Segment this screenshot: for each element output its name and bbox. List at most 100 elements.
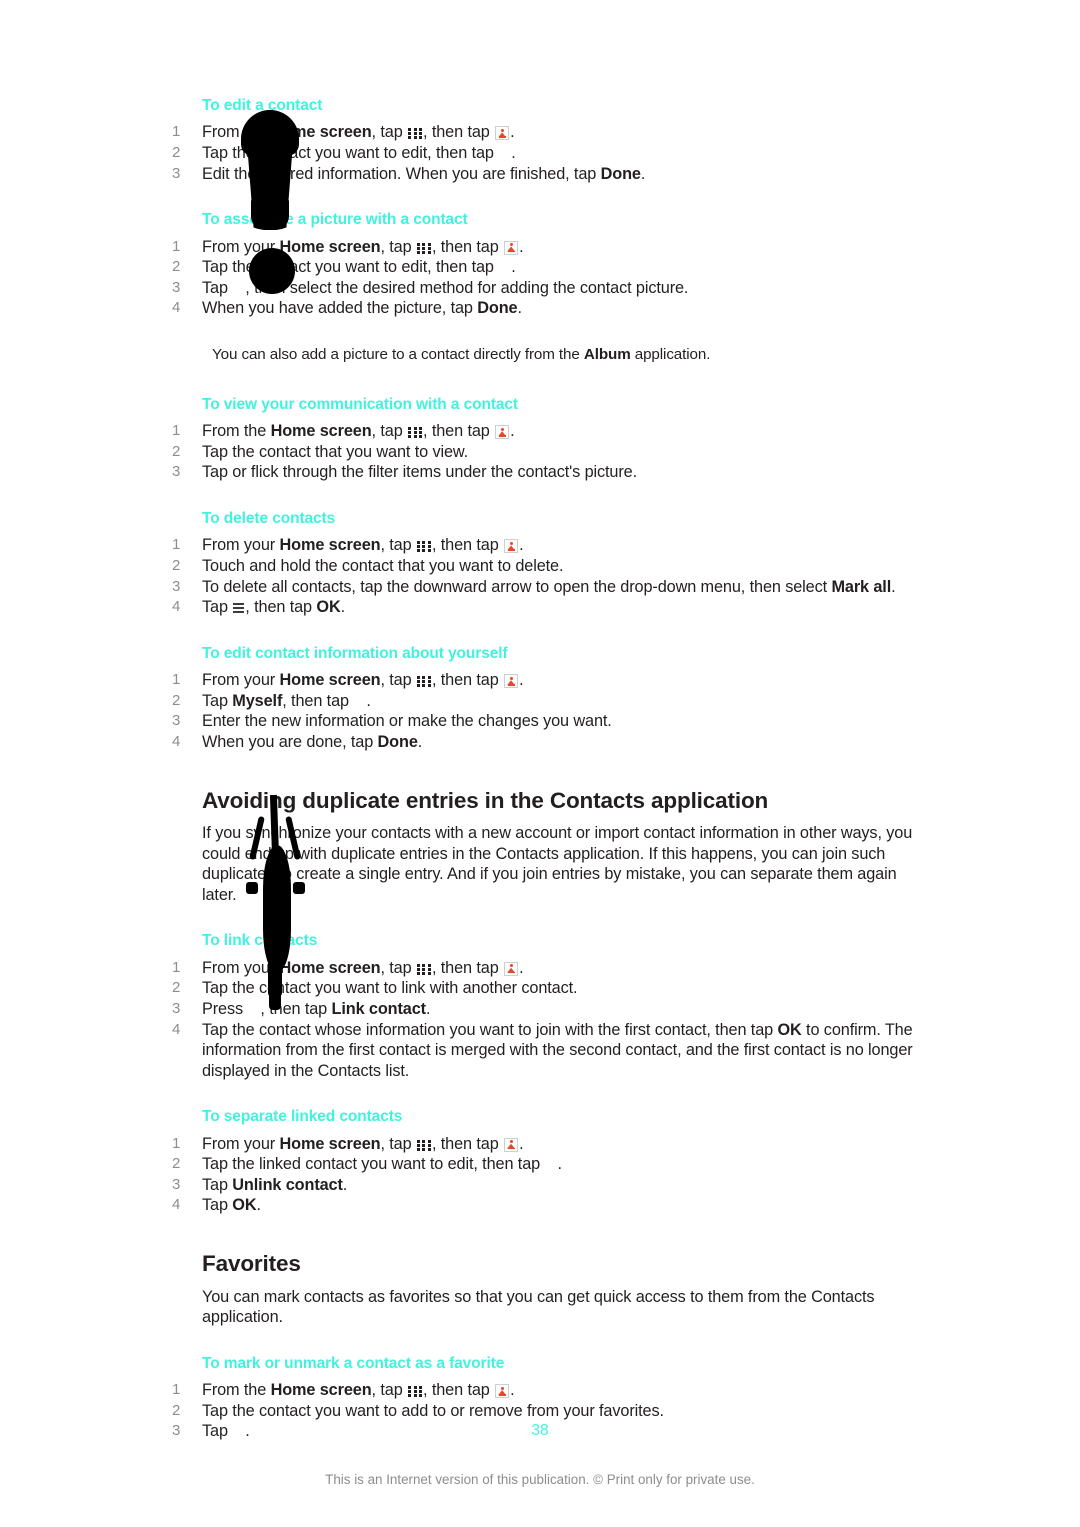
paragraph-favorites: You can mark contacts as favorites so th…	[202, 1287, 875, 1327]
step-text: From your	[202, 536, 280, 555]
ui-term: Home screen	[279, 536, 381, 555]
list-item: 3 Press , then tap Link contact.	[172, 999, 932, 1020]
ui-term: OK	[316, 598, 341, 617]
contacts-icon	[504, 1137, 519, 1152]
footer-note: This is an Internet version of this publ…	[325, 1472, 755, 1487]
step-text: .	[256, 1196, 261, 1215]
step-number: 2	[172, 1401, 181, 1419]
tip-text: You can also add a picture to a contact …	[212, 345, 584, 363]
step-text: .	[519, 237, 524, 256]
app-grid-icon	[416, 541, 431, 553]
step-text: , then tap	[431, 671, 504, 690]
list-item: 3 To delete all contacts, tap the downwa…	[172, 577, 932, 598]
tip-text: application.	[630, 345, 711, 363]
overlay-artifact-figure-hand-left	[246, 882, 258, 894]
step-number: 2	[172, 1155, 181, 1173]
step-text: , then tap	[431, 237, 504, 256]
contacts-icon	[504, 961, 519, 976]
ui-term: Home screen	[270, 1381, 372, 1400]
step-text: Tap the contact you want to edit, then t…	[202, 258, 499, 277]
paragraph-avoiding-duplicates: If you synchronize your contacts with a …	[202, 824, 913, 904]
app-grid-icon	[416, 1139, 431, 1151]
step-number: 3	[172, 712, 181, 730]
app-grid-icon	[408, 1386, 423, 1398]
list-item: 1 From the Home screen, tap , then tap .	[172, 421, 932, 442]
step-text: Tap	[202, 691, 233, 710]
step-text: , tap	[380, 237, 416, 256]
steps-delete-contacts: 1 From your Home screen, tap , then tap …	[172, 535, 932, 617]
step-text: .	[340, 598, 346, 617]
heading-to-separate-linked-contacts: To separate linked contacts	[202, 1108, 403, 1126]
step-text: , then tap	[282, 691, 354, 710]
page-content: To edit a contact 1 From the Home screen…	[172, 96, 932, 1442]
ui-term: Done	[477, 299, 518, 318]
step-text: Tap	[202, 278, 233, 297]
step-text: , then tap	[423, 422, 495, 441]
step-number: 3	[172, 577, 181, 595]
step-text: .	[366, 691, 371, 710]
list-item: 2 Tap Myself, then tap .	[172, 691, 932, 712]
ui-term: Done	[600, 164, 641, 183]
app-grid-icon	[416, 242, 431, 254]
step-text: , tap	[380, 1134, 416, 1153]
step-text: Tap the contact that you want to view.	[202, 442, 469, 461]
step-text: .	[417, 732, 423, 751]
contacts-icon	[504, 539, 519, 554]
step-text: , tap	[371, 422, 408, 441]
ui-term: Done	[377, 732, 418, 751]
ui-term: Unlink contact	[232, 1175, 343, 1194]
step-text: .	[519, 1134, 524, 1153]
page-number: 38	[531, 1422, 549, 1439]
step-text: , then tap	[431, 958, 504, 977]
contacts-icon	[495, 425, 510, 440]
overlay-artifact-exclamation-dot	[249, 248, 295, 294]
list-item: 2 Tap the contact you want to add to or …	[172, 1401, 932, 1422]
list-item: 3 Enter the new information or make the …	[172, 711, 932, 732]
step-text: From the	[202, 1381, 271, 1400]
list-item: 2 Tap the linked contact you want to edi…	[172, 1154, 932, 1175]
ui-term: Home screen	[279, 1134, 381, 1153]
step-text: When you have added the picture, tap	[202, 299, 478, 318]
missing-glyph-icon	[544, 1159, 557, 1169]
list-item: 1 From your Home screen, tap , then tap …	[172, 1134, 932, 1155]
heading-avoiding-duplicate-entries: Avoiding duplicate entries in the Contac…	[202, 787, 769, 813]
step-text: Tap or flick through the filter items un…	[202, 463, 637, 482]
step-number: 4	[172, 598, 181, 616]
list-item: 4 Tap OK.	[172, 1195, 932, 1216]
list-item: 1 From your Home screen, tap , then tap …	[172, 670, 932, 691]
step-text: .	[342, 1175, 348, 1194]
step-text: .	[517, 299, 522, 318]
app-grid-icon	[416, 676, 431, 688]
missing-glyph-icon	[247, 1004, 260, 1014]
steps-separate-linked: 1 From your Home screen, tap , then tap …	[172, 1134, 932, 1216]
step-number: 3	[172, 463, 181, 481]
step-text: , then tap	[431, 1134, 504, 1153]
list-item: 4 Tap , then tap OK.	[172, 597, 932, 618]
step-text: From the	[202, 422, 271, 441]
contacts-icon	[495, 1384, 510, 1399]
overlay-artifact-figure-hand-right	[293, 882, 305, 894]
step-text: .	[640, 164, 646, 183]
ui-term: OK	[777, 1020, 802, 1039]
app-grid-icon	[408, 427, 423, 439]
list-item: 2 Tap the contact that you want to view.	[172, 442, 932, 463]
step-text: .	[511, 143, 516, 162]
step-text: .	[510, 123, 515, 142]
step-text: , then tap	[431, 536, 504, 555]
step-number: 1	[172, 671, 181, 689]
step-number: 4	[172, 1196, 181, 1214]
step-text: .	[425, 999, 431, 1018]
step-number: 3	[172, 999, 181, 1017]
list-item: 4 Tap the contact whose information you …	[172, 1020, 932, 1082]
step-number: 1	[172, 237, 181, 255]
step-text: Tap the contact you want to link with an…	[202, 979, 578, 998]
app-grid-icon	[416, 963, 431, 975]
step-number: 1	[172, 422, 181, 440]
step-text: .	[519, 671, 524, 690]
step-text: Tap	[202, 1196, 233, 1215]
step-number: 1	[172, 536, 181, 554]
ui-term: Home screen	[279, 958, 381, 977]
step-text: To delete all contacts, tap the downward…	[202, 577, 832, 596]
step-text: , tap	[371, 1381, 408, 1400]
ui-term: Home screen	[279, 237, 381, 256]
